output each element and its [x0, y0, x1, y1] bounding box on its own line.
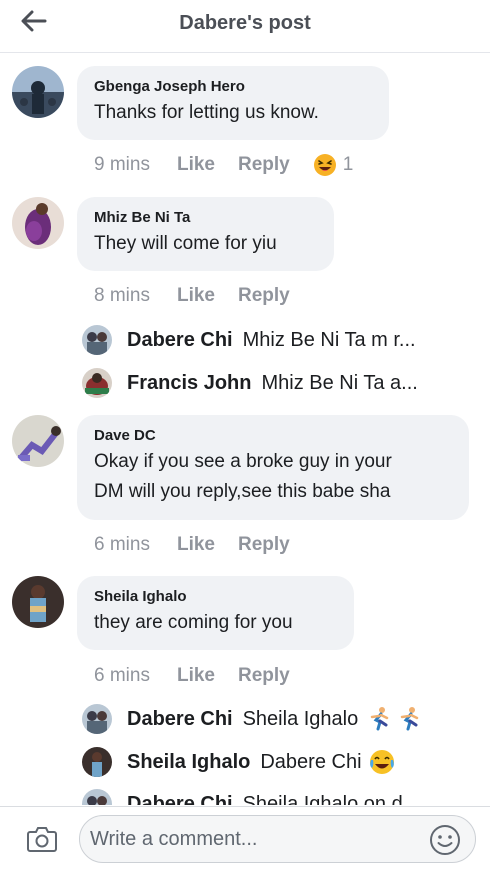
reply-button[interactable]: Reply — [238, 154, 290, 176]
comment-text-line: DM will you reply,see this babe sha — [94, 481, 391, 502]
reply-button[interactable]: Reply — [238, 534, 290, 556]
comment-text: they are coming for you — [94, 612, 293, 633]
avatar-photo — [12, 66, 64, 118]
reply-button[interactable]: Reply — [238, 665, 290, 687]
comment-time: 9 mins — [94, 154, 150, 175]
comment-time: 6 mins — [94, 665, 150, 686]
reaction-count: 1 — [342, 154, 354, 175]
comment-bubble[interactable]: Sheila Ighalo they are coming for you — [77, 576, 354, 650]
like-button[interactable]: Like — [177, 665, 215, 687]
avatar-photo — [82, 368, 112, 398]
comment-composer — [0, 806, 490, 869]
page-title: Dabere's post — [179, 12, 311, 34]
comment-actions: 9 mins Like Reply 1 — [94, 152, 353, 178]
comment-input[interactable] — [90, 824, 420, 854]
reply-text: Mhiz Be Ni Ta a... — [261, 371, 418, 394]
avatar[interactable] — [82, 368, 112, 398]
reply-author[interactable]: Sheila Ighalo — [127, 751, 250, 774]
avatar[interactable] — [12, 415, 64, 467]
comment-bubble[interactable]: Dave DC Okay if you see a broke guy in y… — [77, 415, 469, 520]
laughing-emoji-icon — [313, 154, 336, 176]
comment-actions: 8 mins Like Reply — [94, 283, 313, 309]
camera-button[interactable] — [26, 825, 58, 853]
reply-button[interactable]: Reply — [238, 285, 290, 307]
comment-bubble[interactable]: Mhiz Be Ni Ta They will come for yiu — [77, 197, 334, 271]
reply-preview[interactable]: Dabere Chi Sheila Ighalo on d... — [82, 788, 462, 805]
avatar-photo — [82, 789, 112, 805]
comment-author[interactable]: Dave DC — [94, 427, 451, 445]
crying-laughing-emoji-group — [368, 748, 396, 776]
avatar[interactable] — [82, 789, 112, 805]
avatar-photo — [12, 415, 64, 467]
avatar[interactable] — [82, 747, 112, 777]
comment-text: Thanks for letting us know. — [94, 102, 319, 123]
comments-list: Gbenga Joseph Hero Thanks for letting us… — [0, 54, 490, 805]
reply-text: Sheila Ighalo — [242, 707, 359, 730]
reply-author[interactable]: Dabere Chi — [127, 793, 233, 806]
like-button[interactable]: Like — [177, 534, 215, 556]
running-man-emoji-icon — [371, 707, 389, 731]
like-button[interactable]: Like — [177, 285, 215, 307]
avatar-photo — [82, 325, 112, 355]
reply-preview[interactable]: Francis John Mhiz Be Ni Ta a... — [82, 367, 452, 399]
running-man-emoji-group — [366, 706, 422, 732]
comment-author[interactable]: Sheila Ighalo — [94, 588, 336, 606]
reply-text: Dabere Chi — [260, 750, 362, 773]
emoji-button[interactable] — [429, 824, 461, 856]
comment-actions: 6 mins Like Reply — [94, 663, 313, 689]
avatar[interactable] — [12, 576, 64, 628]
comment-bubble[interactable]: Gbenga Joseph Hero Thanks for letting us… — [77, 66, 389, 140]
top-bar: Dabere's post — [0, 0, 490, 53]
comment-author[interactable]: Gbenga Joseph Hero — [94, 78, 371, 96]
reply-text: Sheila Ighalo on d... — [242, 792, 420, 806]
comment-input-box[interactable] — [79, 815, 476, 863]
avatar[interactable] — [12, 66, 64, 118]
avatar-photo — [82, 704, 112, 734]
comment-time: 8 mins — [94, 285, 150, 306]
reply-text: Mhiz Be Ni Ta m r... — [242, 328, 416, 351]
avatar[interactable] — [82, 704, 112, 734]
reply-preview[interactable]: Sheila Ighalo Dabere Chi — [82, 746, 462, 778]
reaction-summary[interactable]: 1 — [313, 153, 354, 177]
camera-icon — [27, 827, 57, 852]
comment-actions: 6 mins Like Reply — [94, 532, 313, 558]
reply-preview[interactable]: Dabere Chi Mhiz Be Ni Ta m r... — [82, 324, 452, 356]
reply-author[interactable]: Dabere Chi — [127, 329, 233, 352]
reply-author[interactable]: Francis John — [127, 372, 251, 395]
avatar-photo — [12, 576, 64, 628]
like-button[interactable]: Like — [177, 154, 215, 176]
crying-laughing-emoji-icon — [369, 750, 394, 774]
avatar-photo — [82, 747, 112, 777]
avatar[interactable] — [12, 197, 64, 249]
running-man-emoji-icon — [401, 707, 419, 731]
reply-author[interactable]: Dabere Chi — [127, 708, 233, 731]
avatar-photo — [12, 197, 64, 249]
avatar[interactable] — [82, 325, 112, 355]
comment-time: 6 mins — [94, 534, 150, 555]
comment-author[interactable]: Mhiz Be Ni Ta — [94, 209, 316, 227]
smiley-icon — [430, 825, 460, 855]
comment-text: They will come for yiu — [94, 233, 277, 254]
reply-preview[interactable]: Dabere Chi Sheila Ighalo — [82, 703, 462, 735]
comment-text-line: Okay if you see a broke guy in your — [94, 451, 392, 472]
